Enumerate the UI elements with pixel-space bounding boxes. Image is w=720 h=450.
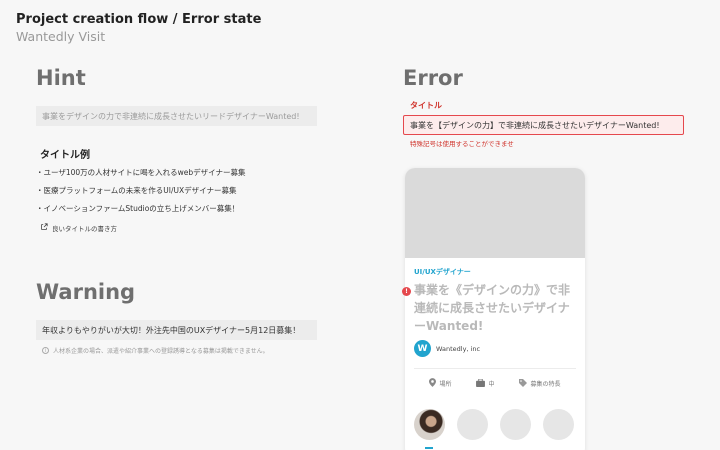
card-cover-image	[405, 168, 585, 258]
page-subtitle: Wantedly Visit	[16, 29, 106, 44]
error-heading: Error	[403, 66, 463, 90]
briefcase-icon	[476, 378, 486, 389]
examples-title: タイトル例	[40, 150, 90, 161]
card-divider	[414, 368, 576, 369]
meta-stage-label: 中	[488, 381, 495, 388]
company-info[interactable]: W Wantedly, inc	[414, 340, 480, 357]
company-name: Wantedly, inc	[436, 344, 481, 353]
hint-title-input[interactable]: 事業をデザインの力で非連続に成長させたいリードデザイナーWanted!	[36, 106, 317, 126]
avatar	[543, 409, 574, 440]
title-guide-link[interactable]: 良いタイトルの書き方	[40, 223, 117, 233]
meta-features-label: 募集の特長	[530, 381, 561, 388]
meta-location-label: 場所	[439, 381, 452, 388]
example-item: ・医療プラットフォームの未来を作るUI/UXデザイナー募集	[36, 186, 237, 195]
company-logo: W	[414, 340, 431, 357]
avatar	[457, 409, 488, 440]
avatar	[500, 409, 531, 440]
error-title-input[interactable]: 事業を【デザインの力】で非連続に成長させたいデザイナーWanted!	[403, 115, 684, 135]
location-pin-icon	[429, 378, 437, 389]
meta-location: 場所	[429, 378, 452, 389]
card-category: UI/UXデザイナー	[414, 268, 471, 276]
example-item: ・ユーザ100万の人材サイトに喝を入れるwebデザイナー募集	[36, 168, 246, 177]
error-field-label: タイトル	[410, 101, 442, 110]
meta-stage: 中	[476, 378, 495, 389]
meta-features: 募集の特長	[519, 378, 561, 389]
warning-note: i 人材系企業の場合、派遣や紹介事業への登録誘導となる募集は掲載できません。	[42, 346, 269, 355]
hint-heading: Hint	[36, 66, 86, 90]
external-link-icon	[40, 223, 48, 233]
page-title: Project creation flow / Error state	[16, 12, 262, 27]
alert-icon: !	[402, 287, 411, 296]
title-guide-link-label: 良いタイトルの書き方	[52, 225, 117, 233]
avatar-active-indicator	[425, 447, 433, 449]
example-item: ・イノベーションファームStudioの立ち上げメンバー募集！	[36, 204, 240, 213]
card-meta-row: 場所 中 募集の特長	[405, 378, 585, 389]
info-icon: i	[42, 347, 49, 354]
member-avatars	[414, 409, 574, 440]
warning-heading: Warning	[36, 280, 136, 304]
job-preview-card[interactable]: UI/UXデザイナー 事業を《デザインの力》で非連続に成長させたいデザイナーWa…	[405, 168, 585, 450]
warning-title-input[interactable]: 年収よりもやりがいが大切！外注先中国のUXデザイナー5月12日募集！	[36, 320, 317, 340]
error-message: 特殊記号は使用することができませ	[410, 140, 514, 148]
card-title: 事業を《デザインの力》で非連続に成長させたいデザイナーWanted!	[414, 283, 571, 333]
tag-icon	[519, 378, 528, 389]
avatar[interactable]	[414, 409, 445, 440]
warning-note-text: 人材系企業の場合、派遣や紹介事業への登録誘導となる募集は掲載できません。	[53, 348, 269, 355]
